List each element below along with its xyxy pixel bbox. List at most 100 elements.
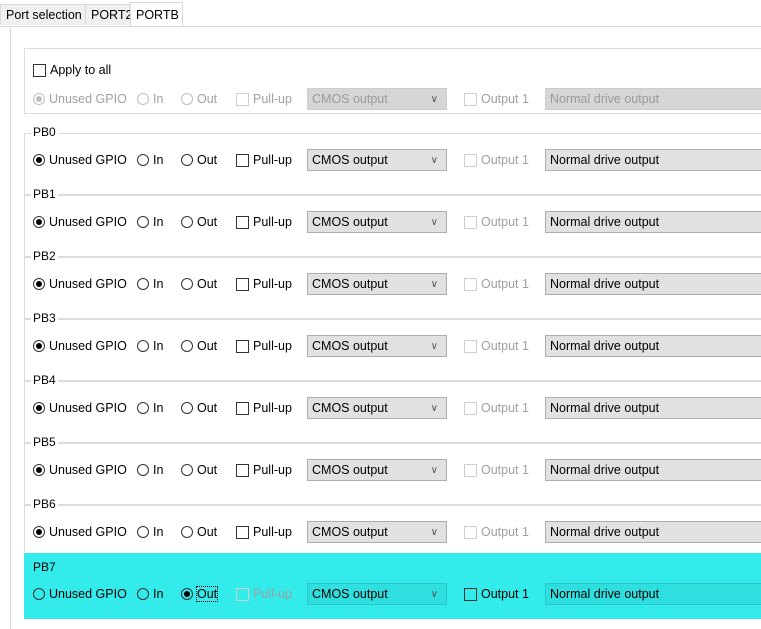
apply-unused-radio[interactable]: Unused GPIO — [33, 89, 127, 109]
out-radio[interactable]: Out — [181, 150, 217, 170]
out-radio[interactable]: Out — [181, 584, 219, 604]
apply-in-radio[interactable]: In — [137, 89, 163, 109]
out-radio[interactable]: Out — [181, 522, 217, 542]
out-radio[interactable]: Out — [181, 274, 217, 294]
apply-to-all-group: Apply to all Unused GPIO In Out Pull-up … — [24, 48, 761, 114]
pin-label: PB6 — [31, 497, 58, 511]
apply-to-all-checkbox[interactable]: Apply to all — [33, 63, 111, 77]
pin-group-pb4: PB4 Unused GPIO In Out Pull-up CMOS outp… — [24, 373, 761, 443]
drive-select[interactable]: Normal drive output — [545, 459, 761, 481]
pin-label: PB0 — [31, 125, 58, 139]
chevron-down-icon: ∨ — [430, 464, 438, 476]
drive-select[interactable]: Normal drive output — [545, 335, 761, 357]
tab-bar: Port selection PORT2 PORTB — [0, 2, 761, 27]
drive-select[interactable]: Normal drive output — [545, 397, 761, 419]
output-type-select[interactable]: CMOS output ∨ — [307, 335, 447, 357]
in-radio[interactable]: In — [137, 522, 163, 542]
pin-row: Unused GPIO In Out Pull-up CMOS output ∨ … — [33, 521, 761, 543]
tab-port-selection[interactable]: Port selection — [0, 4, 86, 25]
chevron-down-icon: ∨ — [430, 526, 438, 538]
output-type-select[interactable]: CMOS output ∨ — [307, 149, 447, 171]
pullup-checkbox[interactable]: Pull-up — [236, 336, 292, 356]
in-radio[interactable]: In — [137, 460, 163, 480]
drive-select[interactable]: Normal drive output — [545, 149, 761, 171]
tab-portb[interactable]: PORTB — [130, 2, 183, 26]
drive-select[interactable]: Normal drive output — [545, 273, 761, 295]
in-radio[interactable]: In — [137, 150, 163, 170]
pin-group-pb3: PB3 Unused GPIO In Out Pull-up CMOS outp… — [24, 311, 761, 381]
apply-pullup-checkbox[interactable]: Pull-up — [236, 89, 292, 109]
output1-checkbox[interactable]: Output 1 — [464, 274, 529, 294]
checkbox-box[interactable] — [33, 63, 46, 77]
out-radio[interactable]: Out — [181, 398, 217, 418]
out-radio[interactable]: Out — [181, 212, 217, 232]
pin-row: Unused GPIO In Out Pull-up CMOS output ∨ … — [33, 273, 761, 295]
pin-row: Unused GPIO In Out Pull-up CMOS output ∨ … — [33, 149, 761, 171]
apply-all-row: Unused GPIO In Out Pull-up CMOS output ∨ … — [33, 88, 761, 110]
pin-row: Unused GPIO In Out Pull-up CMOS output ∨ … — [33, 335, 761, 357]
unused-gpio-radio[interactable]: Unused GPIO — [33, 336, 127, 356]
in-radio[interactable]: In — [137, 584, 163, 604]
apply-drive-select[interactable]: Normal drive output — [545, 88, 761, 110]
in-radio[interactable]: In — [137, 274, 163, 294]
pin-group-pb2: PB2 Unused GPIO In Out Pull-up CMOS outp… — [24, 249, 761, 319]
pullup-checkbox[interactable]: Pull-up — [236, 274, 292, 294]
pin-group-pb7: PB7 Unused GPIO In Out Pull-up CMOS outp… — [24, 553, 761, 619]
unused-gpio-radio[interactable]: Unused GPIO — [33, 584, 127, 604]
in-radio[interactable]: In — [137, 398, 163, 418]
output1-checkbox[interactable]: Output 1 — [464, 460, 529, 480]
chevron-down-icon: ∨ — [430, 216, 438, 228]
chevron-down-icon: ∨ — [430, 340, 438, 352]
pullup-checkbox[interactable]: Pull-up — [236, 460, 292, 480]
pullup-checkbox[interactable]: Pull-up — [236, 212, 292, 232]
output-type-select[interactable]: CMOS output ∨ — [307, 521, 447, 543]
pin-group-pb1: PB1 Unused GPIO In Out Pull-up CMOS outp… — [24, 187, 761, 257]
apply-output-type-select[interactable]: CMOS output ∨ — [307, 88, 447, 110]
pullup-checkbox[interactable]: Pull-up — [236, 150, 292, 170]
pin-group-pb5: PB5 Unused GPIO In Out Pull-up CMOS outp… — [24, 435, 761, 505]
pin-group-pb0: PB0 Unused GPIO In Out Pull-up CMOS outp… — [24, 125, 761, 195]
output1-checkbox[interactable]: Output 1 — [464, 584, 529, 604]
apply-out-radio[interactable]: Out — [181, 89, 217, 109]
unused-gpio-radio[interactable]: Unused GPIO — [33, 150, 127, 170]
chevron-down-icon: ∨ — [430, 278, 438, 290]
output-type-select[interactable]: CMOS output ∨ — [307, 583, 447, 605]
output1-checkbox[interactable]: Output 1 — [464, 398, 529, 418]
chevron-down-icon: ∨ — [430, 402, 438, 414]
output-type-select[interactable]: CMOS output ∨ — [307, 273, 447, 295]
pin-label: PB4 — [31, 373, 58, 387]
out-radio[interactable]: Out — [181, 336, 217, 356]
out-radio[interactable]: Out — [181, 460, 217, 480]
output-type-select[interactable]: CMOS output ∨ — [307, 397, 447, 419]
drive-select[interactable]: Normal drive output — [545, 521, 761, 543]
chevron-down-icon: ∨ — [430, 154, 438, 166]
pullup-checkbox[interactable]: Pull-up — [236, 584, 292, 604]
pin-label: PB1 — [31, 187, 58, 201]
unused-gpio-radio[interactable]: Unused GPIO — [33, 398, 127, 418]
pullup-checkbox[interactable]: Pull-up — [236, 522, 292, 542]
pin-row: Unused GPIO In Out Pull-up CMOS output ∨ … — [33, 211, 761, 233]
tab-port2[interactable]: PORT2 — [85, 4, 132, 25]
pin-label: PB7 — [31, 560, 58, 574]
output1-checkbox[interactable]: Output 1 — [464, 212, 529, 232]
unused-gpio-radio[interactable]: Unused GPIO — [33, 460, 127, 480]
unused-gpio-radio[interactable]: Unused GPIO — [33, 274, 127, 294]
output1-checkbox[interactable]: Output 1 — [464, 336, 529, 356]
in-radio[interactable]: In — [137, 212, 163, 232]
apply-output1-checkbox[interactable]: Output 1 — [464, 89, 529, 109]
drive-select[interactable]: Normal drive output — [545, 211, 761, 233]
drive-select[interactable]: Normal drive output — [545, 583, 761, 605]
unused-gpio-radio[interactable]: Unused GPIO — [33, 212, 127, 232]
output-type-select[interactable]: CMOS output ∨ — [307, 211, 447, 233]
pin-label: PB5 — [31, 435, 58, 449]
output-type-select[interactable]: CMOS output ∨ — [307, 459, 447, 481]
pin-row: Unused GPIO In Out Pull-up CMOS output ∨ … — [33, 583, 761, 605]
in-radio[interactable]: In — [137, 336, 163, 356]
chevron-down-icon: ∨ — [430, 588, 438, 600]
unused-gpio-radio[interactable]: Unused GPIO — [33, 522, 127, 542]
output1-checkbox[interactable]: Output 1 — [464, 522, 529, 542]
pullup-checkbox[interactable]: Pull-up — [236, 398, 292, 418]
chevron-down-icon: ∨ — [430, 93, 438, 105]
pin-row: Unused GPIO In Out Pull-up CMOS output ∨ … — [33, 397, 761, 419]
output1-checkbox[interactable]: Output 1 — [464, 150, 529, 170]
